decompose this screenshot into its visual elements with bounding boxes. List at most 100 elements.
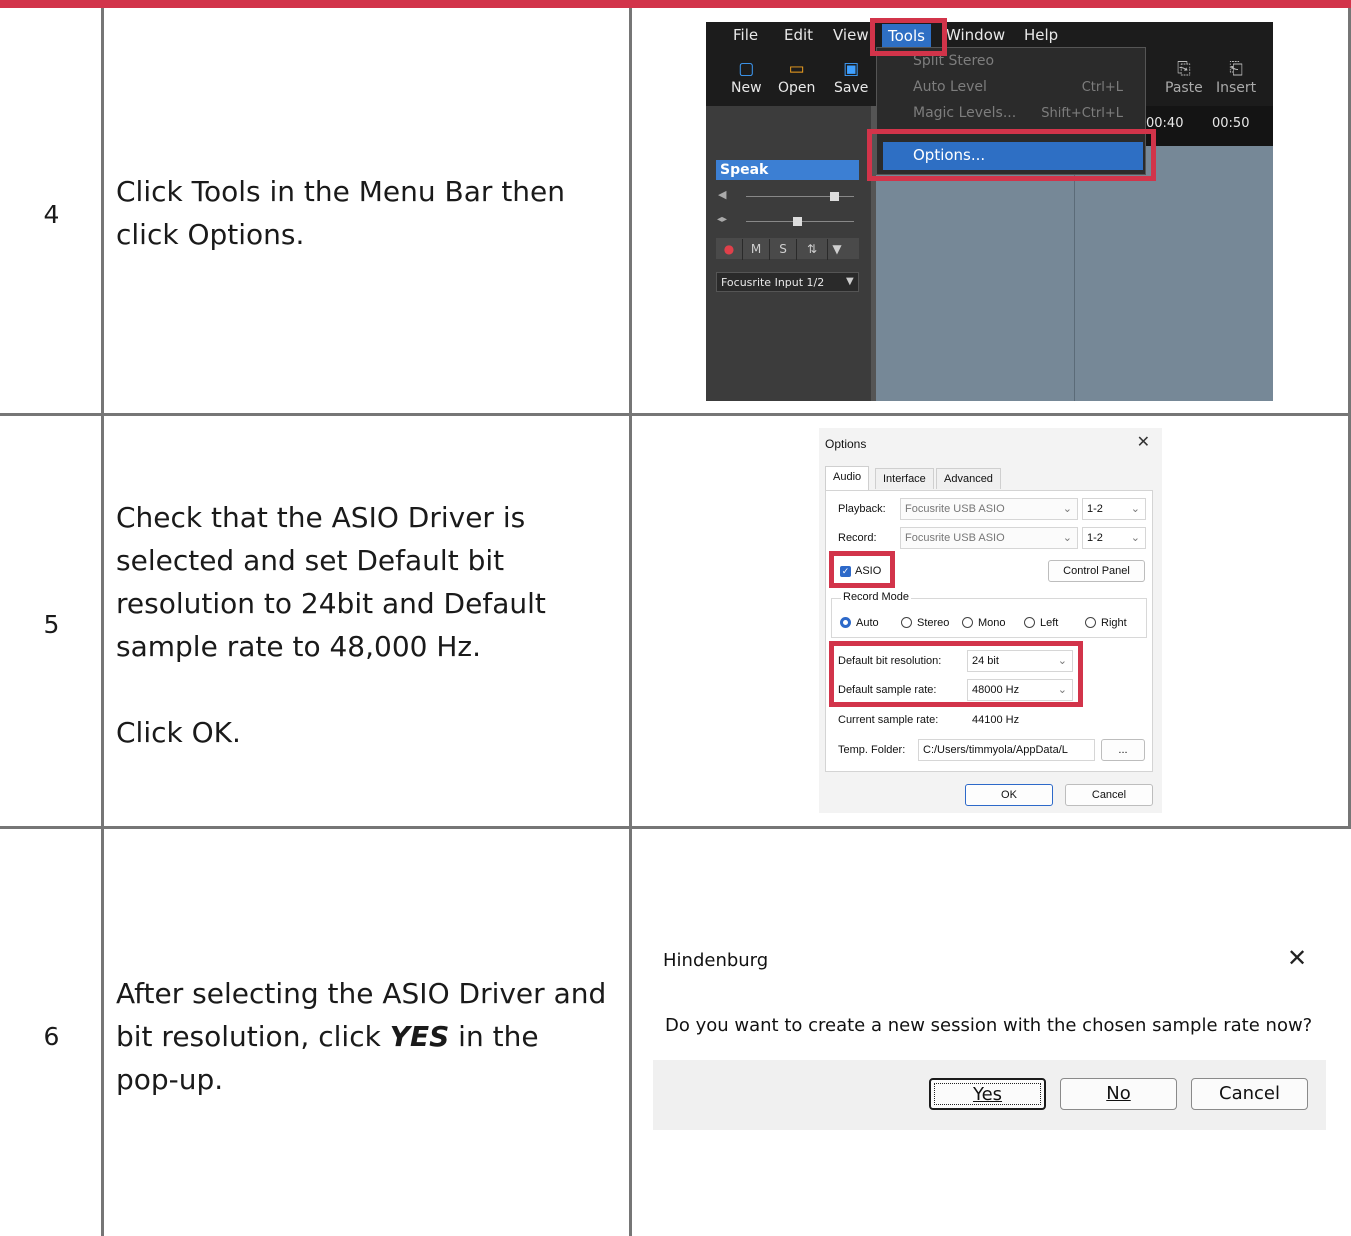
chevron-down-icon: ⌄ [1062, 503, 1072, 515]
radio-left[interactable] [1024, 617, 1035, 628]
playback-device-select[interactable]: Focusrite USB ASIO ⌄ [900, 498, 1078, 520]
new-file-icon: ▢ [738, 59, 755, 79]
popup-title: Hindenburg [663, 950, 769, 971]
step-instructions: After selecting the ASIO Driver and bit … [116, 972, 621, 1101]
mixer-button[interactable]: ⇅ [797, 239, 828, 260]
pan-icon: ◂▸ [717, 214, 728, 225]
ok-button[interactable]: OK [965, 784, 1053, 806]
dialog-title: Options [825, 437, 867, 451]
record-device-select[interactable]: Focusrite USB ASIO ⌄ [900, 527, 1078, 549]
current-rate-label: Current sample rate: [838, 714, 939, 726]
mute-button[interactable]: M [743, 239, 770, 260]
highlight-options-item [867, 129, 1156, 181]
menu-file[interactable]: File [733, 26, 758, 44]
table-border [0, 826, 1351, 829]
playback-label: Playback: [838, 503, 886, 515]
instruction-line: After selecting the ASIO Driver and [116, 977, 607, 1010]
timeline-mark: 00:50 [1212, 116, 1250, 131]
no-button[interactable]: No [1060, 1078, 1177, 1110]
volume-knob[interactable] [830, 192, 839, 201]
instruction-line: click Options. [116, 218, 305, 251]
options-dialog: Options ✕ Audio Interface Advanced Playb… [819, 428, 1162, 813]
paste-button[interactable]: ⎘ Paste [1165, 58, 1203, 96]
input-select[interactable]: Focusrite Input 1/2 [716, 272, 859, 292]
menu-item-auto-level[interactable]: Auto Level [913, 79, 987, 95]
tab-interface[interactable]: Interface [875, 468, 934, 489]
new-button[interactable]: ▢ New [731, 58, 762, 96]
temp-folder-label: Temp. Folder: [838, 744, 906, 756]
chevron-down-icon[interactable]: ▼ [828, 239, 846, 260]
open-button[interactable]: ▭ Open [778, 58, 815, 96]
instruction-text: bit resolution, click [116, 1020, 390, 1053]
close-icon[interactable]: ✕ [1287, 944, 1307, 972]
close-icon[interactable]: ✕ [1137, 432, 1150, 452]
step-instructions: Click Tools in the Menu Bar then click O… [116, 170, 621, 256]
instruction-line: Check that the ASIO Driver is [116, 501, 526, 534]
tab-advanced[interactable]: Advanced [936, 468, 1001, 489]
radio-label: Right [1101, 617, 1127, 629]
step-instructions: Check that the ASIO Driver is selected a… [116, 496, 621, 754]
instruction-text: in the [449, 1020, 539, 1053]
pan-knob[interactable] [793, 217, 802, 226]
emphasis-yes: YES [389, 1020, 450, 1053]
open-folder-icon: ▭ [788, 59, 805, 79]
menu-window[interactable]: Window [946, 26, 1005, 44]
cancel-button[interactable]: Cancel [1191, 1078, 1308, 1110]
insert-button[interactable]: ⎗ Insert [1216, 58, 1256, 96]
radio-label: Left [1040, 617, 1059, 629]
radio-label: Mono [978, 617, 1006, 629]
daw-screenshot: File Edit View Tools Window Help ▢ New ▭ O… [706, 22, 1273, 401]
radio-label: Stereo [917, 617, 950, 629]
playback-channels-select[interactable]: 1-2 ⌄ [1082, 498, 1146, 520]
shortcut-label: Ctrl+L [1081, 80, 1123, 95]
radio-label: Auto [856, 617, 879, 629]
step-number: 4 [43, 200, 60, 229]
instruction-line: Click Tools in the Menu Bar then [116, 175, 566, 208]
solo-button[interactable]: S [770, 239, 797, 260]
chevron-down-icon: ⌄ [1130, 532, 1140, 544]
chevron-down-icon: ⌄ [1130, 503, 1140, 515]
yes-button[interactable]: Yes [929, 1078, 1046, 1110]
radio-auto[interactable] [840, 617, 851, 628]
record-arm-button[interactable]: ● [716, 239, 743, 260]
table-border [629, 8, 632, 1236]
cancel-button[interactable]: Cancel [1065, 784, 1153, 806]
instruction-line: pop-up. [116, 1063, 224, 1096]
instruction-line: sample rate to 48,000 Hz. [116, 630, 482, 663]
track-name[interactable]: Speak [716, 160, 859, 180]
tab-audio[interactable]: Audio [825, 466, 870, 490]
instruction-line: selected and set Default bit [116, 544, 505, 577]
highlight-asio [829, 551, 895, 588]
chevron-down-icon: ▼ [846, 276, 854, 287]
track-divider [1074, 146, 1075, 401]
radio-stereo[interactable] [901, 617, 912, 628]
menu-edit[interactable]: Edit [784, 26, 813, 44]
menu-view[interactable]: View [833, 26, 869, 44]
track-button-row: ● M S ⇅ ▼ [716, 238, 859, 260]
radio-right[interactable] [1085, 617, 1096, 628]
save-button[interactable]: ▣ Save [834, 58, 868, 96]
current-rate-value: 44100 Hz [972, 714, 1020, 726]
record-channels-select[interactable]: 1-2 ⌄ [1082, 527, 1146, 549]
menu-item-magic-levels[interactable]: Magic Levels... [913, 105, 1016, 121]
volume-icon: ◀ [718, 188, 727, 201]
record-label: Record: [838, 532, 877, 544]
control-panel-button[interactable]: Control Panel [1048, 560, 1145, 582]
insert-icon: ⎗ [1229, 59, 1243, 79]
table-border [0, 413, 1351, 416]
instruction-line: Click OK. [116, 716, 241, 749]
instruction-line: bit resolution, click YES in the [116, 1015, 621, 1058]
hindenburg-popup: Hindenburg ✕ Do you want to create a new… [653, 930, 1326, 1130]
menu-bar: File Edit View Tools Window Help [706, 22, 1273, 50]
step-number: 6 [43, 1022, 60, 1051]
radio-mono[interactable] [962, 617, 973, 628]
save-icon: ▣ [843, 59, 860, 79]
paste-icon: ⎘ [1177, 59, 1191, 79]
instruction-line: resolution to 24bit and Default [116, 587, 546, 620]
chevron-down-icon: ⌄ [1062, 532, 1072, 544]
menu-help[interactable]: Help [1024, 26, 1058, 44]
shortcut-label: Shift+Ctrl+L [1041, 106, 1123, 121]
temp-folder-input[interactable]: C:/Users/timmyola/AppData/L [918, 739, 1095, 761]
browse-button[interactable]: ... [1101, 739, 1145, 761]
highlight-tools-menu [870, 18, 947, 56]
